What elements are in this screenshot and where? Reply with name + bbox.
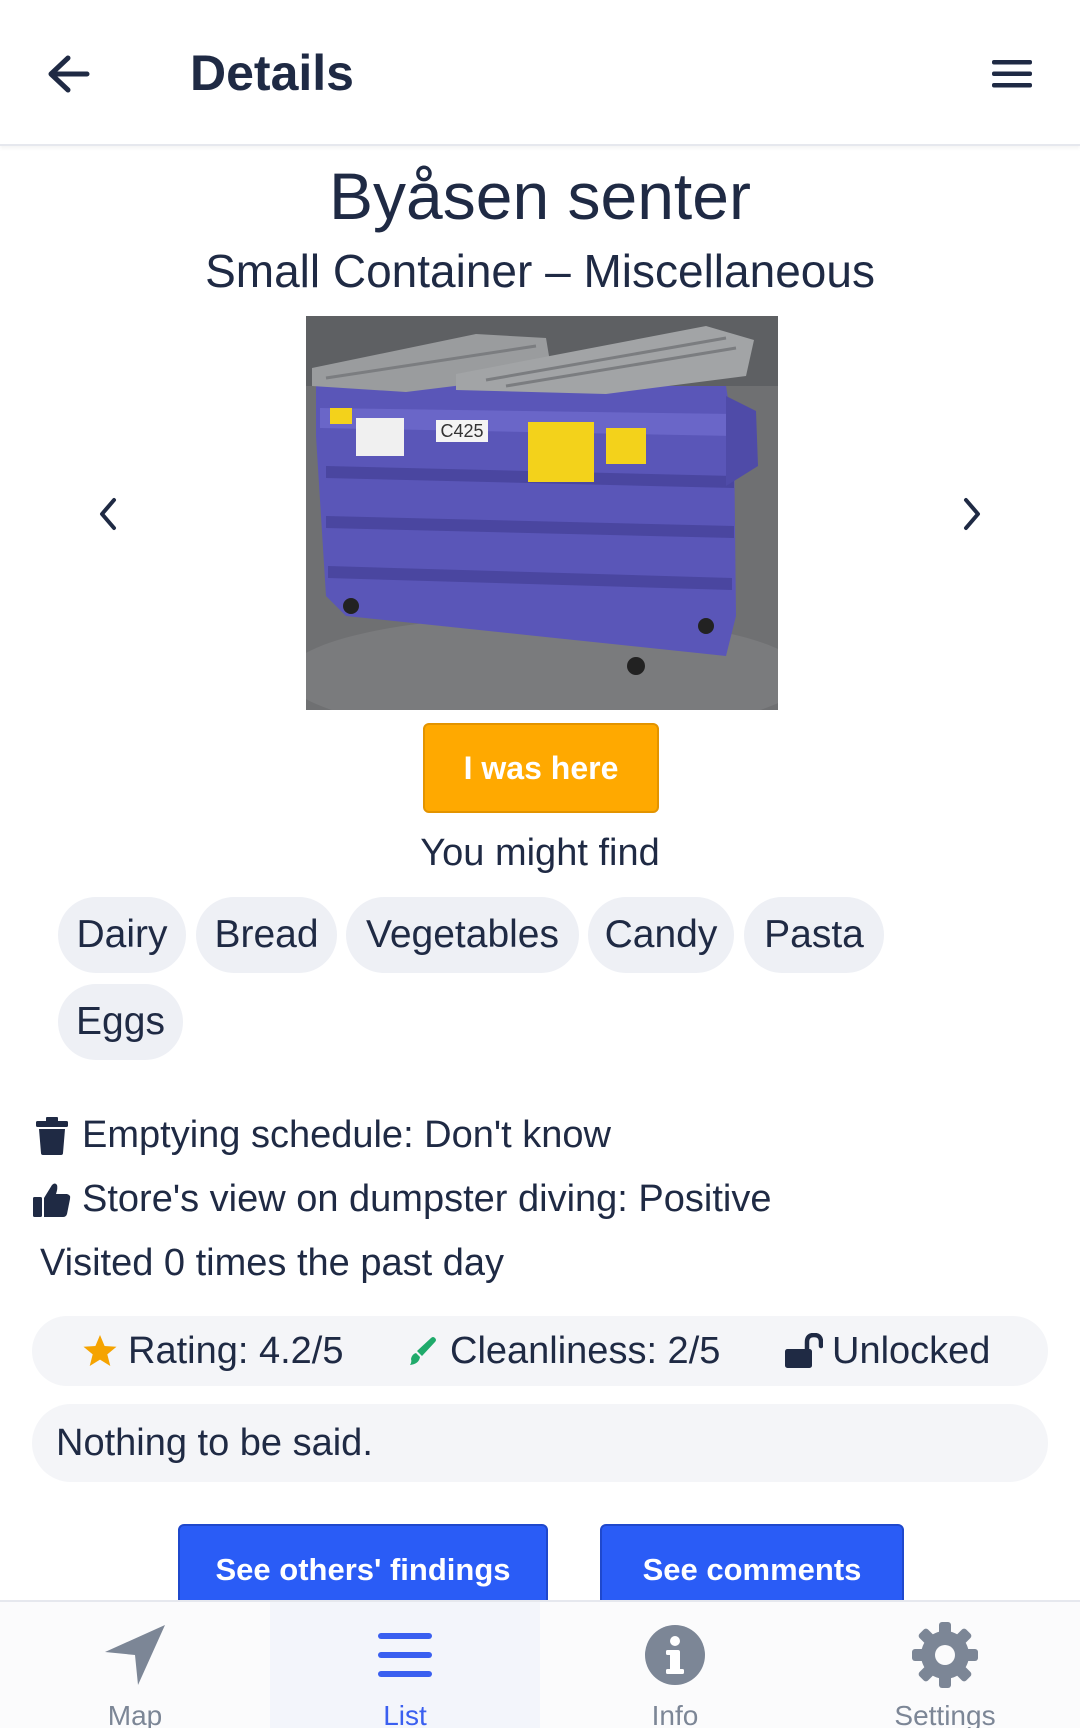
- container-photo: C425: [306, 316, 778, 710]
- tag-chip: Pasta: [744, 897, 884, 973]
- page-title: Details: [190, 45, 354, 101]
- unlock-icon: [784, 1331, 824, 1371]
- nav-label-settings: Settings: [894, 1700, 996, 1728]
- arrow-left-icon: [48, 55, 90, 93]
- thumbs-up-icon: [32, 1180, 72, 1220]
- nav-label-map: Map: [107, 1700, 163, 1728]
- stats-bar: Rating: 4.2/5 Cleanliness: 2/5 Unlocked: [32, 1316, 1048, 1386]
- comment-text: Nothing to be said.: [56, 1421, 373, 1464]
- might-find-title: You might find: [420, 832, 660, 874]
- lock-stat: Unlocked: [784, 1316, 990, 1386]
- cleanliness-text: Cleanliness: 2/5: [450, 1329, 721, 1372]
- nav-label-list: List: [383, 1700, 427, 1728]
- nav-label-info: Info: [651, 1700, 699, 1728]
- details-screen: Details Byåsen senter Small Container – …: [0, 0, 1080, 1728]
- back-button[interactable]: [40, 46, 96, 102]
- container-type: Small Container – Miscellaneous: [205, 245, 875, 297]
- carousel-prev-button[interactable]: [78, 484, 138, 544]
- brush-icon: [402, 1331, 442, 1371]
- chevron-right-icon: [964, 498, 980, 530]
- hamburger-menu-icon: [992, 60, 1032, 88]
- nav-item-info[interactable]: Info: [540, 1602, 810, 1728]
- navigation-arrow-icon: [0, 1620, 270, 1690]
- star-icon: [80, 1331, 120, 1371]
- trash-icon: [32, 1116, 72, 1156]
- emptying-schedule: Emptying schedule: Don't know: [32, 1114, 611, 1157]
- list-icon: [270, 1620, 540, 1690]
- emptying-schedule-text: Emptying schedule: Don't know: [82, 1114, 611, 1156]
- gear-icon: [810, 1620, 1080, 1690]
- tag-chip: Bread: [196, 897, 337, 973]
- store-view: Store's view on dumpster diving: Positiv…: [32, 1178, 771, 1221]
- i-was-here-button[interactable]: I was here: [423, 723, 659, 813]
- chevron-left-icon: [100, 498, 116, 530]
- rating-text: Rating: 4.2/5: [128, 1329, 344, 1372]
- tag-chip: Dairy: [58, 897, 186, 973]
- top-app-bar: Details: [0, 0, 1080, 146]
- info-icon: [540, 1620, 810, 1690]
- menu-button[interactable]: [984, 46, 1040, 102]
- tag-chip: Eggs: [58, 984, 183, 1060]
- tag-chip: Candy: [588, 897, 734, 973]
- store-name: Byåsen senter: [329, 159, 751, 233]
- visited-count: Visited 0 times the past day: [40, 1242, 504, 1284]
- bottom-navigation: Map List Info Settings: [0, 1600, 1080, 1728]
- tag-chip: Vegetables: [346, 897, 579, 973]
- comment-box: Nothing to be said.: [32, 1404, 1048, 1482]
- nav-item-settings[interactable]: Settings: [810, 1602, 1080, 1728]
- carousel-next-button[interactable]: [942, 484, 1002, 544]
- nav-item-map[interactable]: Map: [0, 1602, 270, 1728]
- store-view-text: Store's view on dumpster diving: Positiv…: [82, 1178, 772, 1220]
- nav-item-list[interactable]: List: [270, 1602, 540, 1728]
- cleanliness-stat: Cleanliness: 2/5: [402, 1316, 720, 1386]
- rating-stat: Rating: 4.2/5: [80, 1316, 343, 1386]
- lock-status-text: Unlocked: [832, 1329, 991, 1372]
- photo-container-code: C425: [440, 421, 483, 441]
